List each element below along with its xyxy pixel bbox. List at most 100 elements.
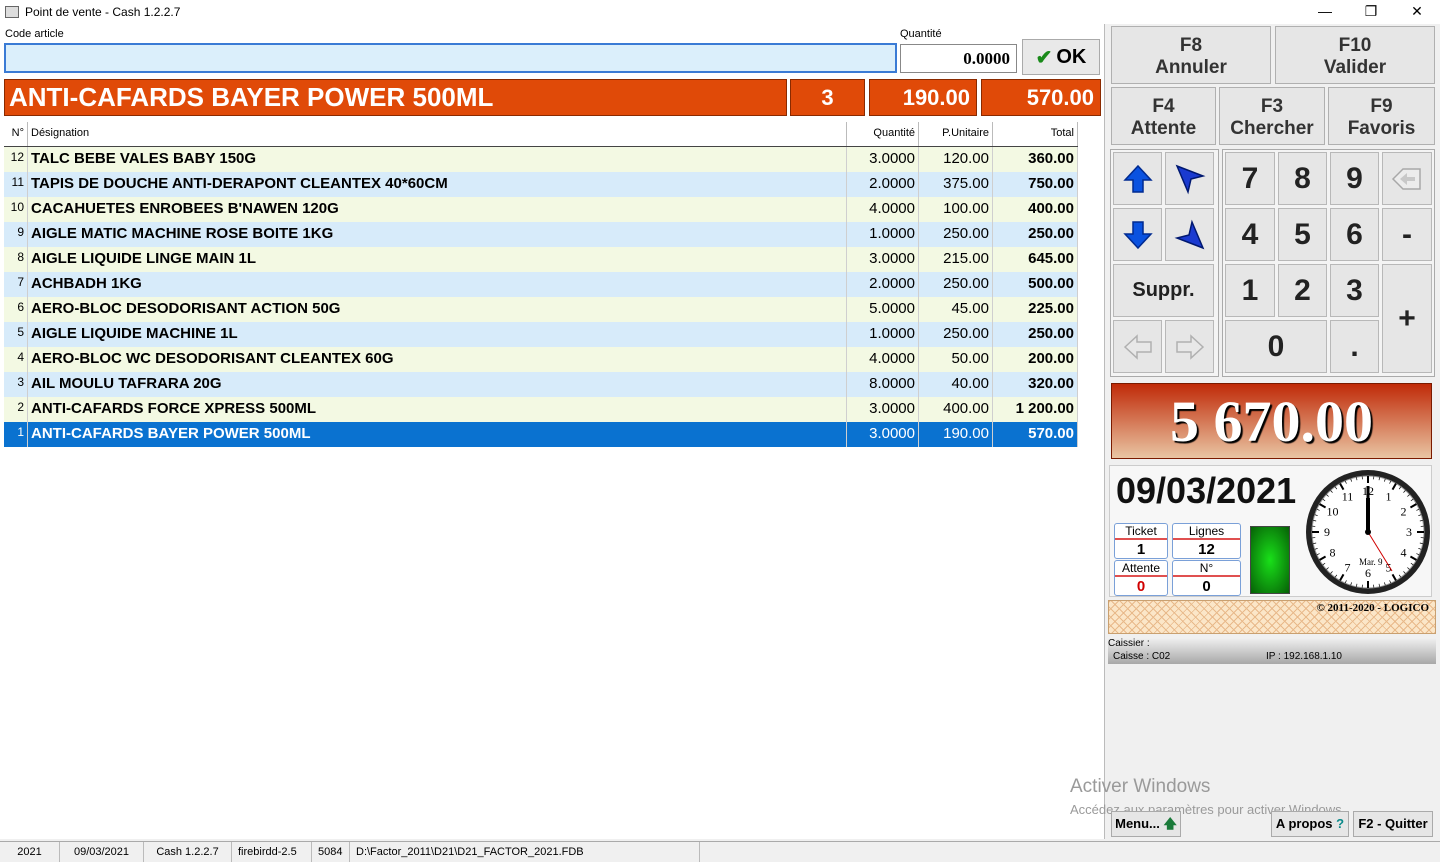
ticket-info-panel: 09/03/2021 Ticket 1 Lignes 12 Attente 0 …	[1109, 465, 1432, 597]
table-row[interactable]: 4 AERO-BLOC WC DESODORISANT CLEANTEX 60G 4…	[4, 347, 1078, 372]
page-down-button[interactable]	[1165, 208, 1214, 261]
arrow-down-icon	[1122, 220, 1153, 249]
clock-date: Mar. 9	[1359, 557, 1383, 567]
f9-key: F9	[1370, 96, 1393, 117]
row-designation: AIGLE LIQUIDE MACHINE 1L	[28, 322, 847, 347]
decimal-button[interactable]: .	[1330, 320, 1379, 373]
minimize-button[interactable]: —	[1302, 0, 1348, 22]
header-unit-price[interactable]: P.Unitaire	[919, 122, 993, 146]
table-row[interactable]: 8 AIGLE LIQUIDE LINGE MAIN 1L 3.0000 215.00…	[4, 247, 1078, 272]
row-designation: ANTI-CAFARDS BAYER POWER 500ML	[28, 422, 847, 447]
close-button[interactable]: ✕	[1394, 0, 1440, 22]
page-up-button[interactable]	[1165, 152, 1214, 205]
row-unit-price: 190.00	[919, 422, 993, 447]
digit-0-button[interactable]: 0	[1225, 320, 1327, 373]
f9-favorites-button[interactable]: F9 Favoris	[1328, 87, 1435, 145]
lines-counter: Lignes 12	[1172, 523, 1241, 559]
cashier-label: Caissier :	[1108, 638, 1150, 649]
menu-button[interactable]: Menu... 🡅	[1111, 811, 1181, 837]
row-unit-price: 250.00	[919, 222, 993, 247]
row-unit-price: 250.00	[919, 272, 993, 297]
digit-2-button[interactable]: 2	[1278, 264, 1327, 317]
table-row[interactable]: 2 ANTI-CAFARDS FORCE XPRESS 500ML 3.0000 40…	[4, 397, 1078, 422]
f3-key: F3	[1260, 96, 1284, 117]
row-quantity: 3.0000	[847, 397, 919, 422]
check-icon: ✔	[1035, 46, 1053, 69]
table-row[interactable]: 6 AERO-BLOC DESODORISANT ACTION 50G 5.0000…	[4, 297, 1078, 322]
header-number[interactable]: N°	[4, 122, 28, 146]
table-row[interactable]: 5 AIGLE LIQUIDE MACHINE 1L 1.0000 250.00 250…	[4, 322, 1078, 347]
about-button[interactable]: A propos ?	[1271, 811, 1349, 837]
digit-1-button[interactable]: 1	[1225, 264, 1275, 317]
row-quantity: 8.0000	[847, 372, 919, 397]
header-total[interactable]: Total	[993, 122, 1078, 146]
arrow-down-button[interactable]	[1113, 208, 1162, 261]
table-row[interactable]: 12 TALC BEBE VALES BABY 150G 3.0000 120.00 3…	[4, 147, 1078, 172]
minus-button[interactable]: -	[1382, 208, 1432, 261]
cashier-info: Caissier : Caisse : C02 IP : 192.168.1.1…	[1108, 638, 1436, 664]
code-article-input[interactable]	[4, 43, 897, 73]
row-quantity: 3.0000	[847, 422, 919, 447]
table-row[interactable]: 1 ANTI-CAFARDS BAYER POWER 500ML 3.0000 190…	[4, 422, 1078, 447]
watermark-title: Activer Windows	[1070, 776, 1211, 797]
f10-key: F10	[1338, 35, 1372, 56]
header-quantity[interactable]: Quantité	[847, 122, 919, 146]
digit-5-button[interactable]: 5	[1278, 208, 1327, 261]
current-item-unit-price: 190.00	[869, 79, 977, 116]
header-designation[interactable]: Désignation	[28, 122, 847, 146]
ticket-counter: Ticket 1	[1114, 523, 1168, 559]
quantity-input[interactable]: 0.0000	[900, 44, 1017, 73]
digit-4-button[interactable]: 4	[1225, 208, 1275, 261]
row-quantity: 2.0000	[847, 172, 919, 197]
row-total: 570.00	[993, 422, 1078, 447]
grand-total-display: 5 670.00	[1111, 383, 1432, 459]
row-unit-price: 100.00	[919, 197, 993, 222]
row-designation: TAPIS DE DOUCHE ANTI-DERAPONT CLEANTEX 4…	[28, 172, 847, 197]
backspace-button[interactable]	[1382, 152, 1432, 205]
table-row[interactable]: 11 TAPIS DE DOUCHE ANTI-DERAPONT CLEANTEX…	[4, 172, 1078, 197]
current-item-name: ANTI-CAFARDS BAYER POWER 500ML	[4, 79, 787, 116]
f10-validate-button[interactable]: F10 Valider	[1275, 26, 1435, 84]
table-row[interactable]: 7 ACHBADH 1KG 2.0000 250.00 500.00	[4, 272, 1078, 297]
digit-6-button[interactable]: 6	[1330, 208, 1379, 261]
arrow-left-button[interactable]	[1113, 320, 1162, 373]
current-date: 09/03/2021	[1116, 470, 1297, 511]
digit-7-button[interactable]: 7	[1225, 152, 1275, 205]
row-unit-price: 215.00	[919, 247, 993, 272]
row-number: 5	[4, 322, 28, 347]
row-number: 2	[4, 397, 28, 422]
table-row[interactable]: 3 AIL MOULU TAFRARA 20G 8.0000 40.00 320.00	[4, 372, 1078, 397]
arrow-right-button[interactable]	[1165, 320, 1214, 373]
quit-button[interactable]: F2 - Quitter	[1353, 811, 1433, 837]
row-number: 6	[4, 297, 28, 322]
row-designation: AERO-BLOC DESODORISANT ACTION 50G	[28, 297, 847, 322]
row-quantity: 2.0000	[847, 272, 919, 297]
row-designation: AIL MOULU TAFRARA 20G	[28, 372, 847, 397]
arrow-up-button[interactable]	[1113, 152, 1162, 205]
row-quantity: 3.0000	[847, 147, 919, 172]
row-number: 4	[4, 347, 28, 372]
clock-number: 11	[1342, 489, 1354, 503]
f8-cancel-button[interactable]: F8 Annuler	[1111, 26, 1271, 84]
digit-8-button[interactable]: 8	[1278, 152, 1327, 205]
restore-button[interactable]: ❐	[1348, 0, 1394, 22]
waiting-counter-value: 0	[1136, 578, 1146, 595]
table-row[interactable]: 10 CACAHUETES ENROBEES B'NAWEN 120G 4.0000…	[4, 197, 1078, 222]
f3-search-button[interactable]: F3 Chercher	[1219, 87, 1325, 145]
register-label: Caisse : C02	[1113, 651, 1171, 662]
row-number: 1	[4, 422, 28, 447]
row-number: 11	[4, 172, 28, 197]
ticket-counter-value: 1	[1136, 541, 1146, 558]
plus-button[interactable]: +	[1382, 264, 1432, 373]
delete-button[interactable]: Suppr.	[1113, 264, 1214, 317]
f3-label: Chercher	[1230, 118, 1314, 139]
current-item-qty: 3	[790, 79, 865, 116]
ok-button[interactable]: ✔ OK	[1022, 39, 1100, 75]
table-row[interactable]: 9 AIGLE MATIC MACHINE ROSE BOITE 1KG 1.000…	[4, 222, 1078, 247]
row-total: 200.00	[993, 347, 1078, 372]
digit-9-button[interactable]: 9	[1330, 152, 1379, 205]
digit-3-button[interactable]: 3	[1330, 264, 1379, 317]
status-version: Cash 1.2.2.7	[144, 842, 232, 862]
f4-hold-button[interactable]: F4 Attente	[1111, 87, 1216, 145]
row-unit-price: 400.00	[919, 397, 993, 422]
